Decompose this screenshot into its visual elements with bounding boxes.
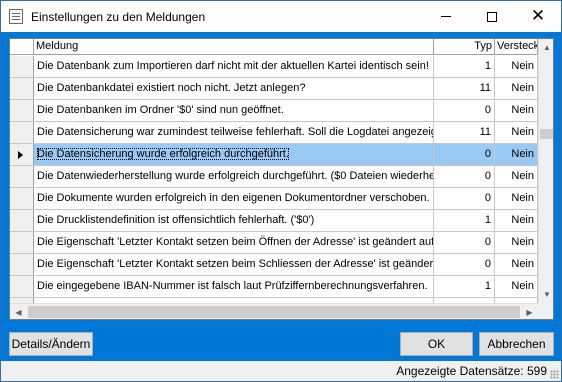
cell-hidden[interactable]: Nein xyxy=(495,232,538,253)
row-indicator[interactable] xyxy=(10,276,34,297)
vertical-scroll-thumb[interactable] xyxy=(540,129,553,139)
maximize-button[interactable] xyxy=(469,1,515,32)
horizontal-scrollbar[interactable]: ◀ ▶ xyxy=(10,303,538,319)
cell-message[interactable]: Die eingegebene IBAN-Nummer ist falsch l… xyxy=(34,276,434,297)
window-title: Einstellungen zu den Meldungen xyxy=(31,10,206,24)
message-text: Die Drucklistendefinition ist offensicht… xyxy=(37,214,315,226)
cell-type[interactable]: 0 xyxy=(434,232,495,253)
app-icon xyxy=(9,9,23,24)
cell-message[interactable]: Die Datenbanken im Ordner '$0' sind nun … xyxy=(34,100,434,121)
scroll-corner xyxy=(538,303,553,319)
cell-message[interactable]: Die Datensicherung wurde erfolgreich dur… xyxy=(34,144,434,165)
message-text: Die Datensicherung wurde erfolgreich dur… xyxy=(37,148,289,160)
cell-type[interactable]: 1 xyxy=(434,276,495,297)
row-indicator[interactable] xyxy=(10,232,34,253)
table-row[interactable]: Die Datensicherung wurde erfolgreich dur… xyxy=(10,144,538,166)
row-indicator[interactable] xyxy=(10,188,34,209)
table-row[interactable]: Die Datensicherung war zumindest teilwei… xyxy=(10,122,538,144)
minimize-button[interactable] xyxy=(423,1,469,32)
row-indicator[interactable] xyxy=(10,254,34,275)
table-row[interactable]: Die Datenbankdatei existiert noch nicht.… xyxy=(10,78,538,100)
cell-message[interactable]: Die Eigenschaft 'Letzter Kontakt setzen … xyxy=(34,254,434,275)
message-text: Die Eigenschaft 'Letzter Kontakt setzen … xyxy=(37,236,434,248)
header-indicator xyxy=(10,39,34,55)
cell-message[interactable]: Die Drucklistendefinition ist offensicht… xyxy=(34,210,434,231)
cell-type[interactable]: 0 xyxy=(434,188,495,209)
cell-message[interactable]: Die Datenbank zum Importieren darf nicht… xyxy=(34,56,434,77)
cell-hidden[interactable]: Nein xyxy=(495,78,538,99)
table-row[interactable]: Die Datenwiederherstellung wurde erfolgr… xyxy=(10,166,538,188)
details-edit-button[interactable]: Details/Ändern xyxy=(9,332,93,356)
scroll-down-icon[interactable]: ▼ xyxy=(539,286,553,303)
scroll-right-icon[interactable]: ▶ xyxy=(521,304,538,319)
cell-hidden[interactable]: Nein xyxy=(495,144,538,165)
row-indicator[interactable] xyxy=(10,100,34,121)
cell-message[interactable]: Die Eigenschaft 'Letzter Kontakt setzen … xyxy=(34,232,434,253)
cell-type[interactable]: 0 xyxy=(434,166,495,187)
cell-hidden[interactable]: Nein xyxy=(495,254,538,275)
table-row[interactable]: Die eingegebene IBAN-Nummer ist falsch l… xyxy=(10,276,538,298)
table-row[interactable]: Die Dokumente wurden erfolgreich in den … xyxy=(10,188,538,210)
cell-type[interactable]: 0 xyxy=(434,100,495,121)
scroll-left-icon[interactable]: ◀ xyxy=(10,304,27,319)
horizontal-scroll-thumb[interactable] xyxy=(28,306,520,318)
cell-message[interactable]: Die Datenwiederherstellung wurde erfolgr… xyxy=(34,166,434,187)
column-header-hidden[interactable]: Versteckt xyxy=(495,39,538,55)
column-header-message[interactable]: Meldung xyxy=(34,39,434,55)
cell-type[interactable]: 11 xyxy=(434,122,495,143)
status-bar: Angezeigte Datensätze: 599 xyxy=(1,361,561,381)
resize-grip-icon[interactable] xyxy=(550,370,559,379)
minimize-icon xyxy=(441,16,451,17)
vertical-scrollbar[interactable]: ▲ ▼ xyxy=(538,39,553,303)
cell-hidden[interactable]: Nein xyxy=(495,166,538,187)
current-row-arrow-icon xyxy=(18,151,23,159)
cell-type[interactable]: 0 xyxy=(434,254,495,275)
message-text: Die Datenbank zum Importieren darf nicht… xyxy=(37,60,429,72)
cell-hidden[interactable]: Nein xyxy=(495,56,538,77)
cancel-button[interactable]: Abbrechen xyxy=(479,332,554,356)
table-row[interactable]: Die Eigenschaft 'Letzter Kontakt setzen … xyxy=(10,232,538,254)
row-indicator[interactable] xyxy=(10,166,34,187)
table-row[interactable]: Die Drucklistendefinition ist offensicht… xyxy=(10,210,538,232)
ok-button[interactable]: OK xyxy=(400,332,473,356)
cell-message[interactable]: Die Datensicherung war zumindest teilwei… xyxy=(34,122,434,143)
maximize-icon xyxy=(487,11,497,22)
message-text: Die Eigenschaft 'Letzter Kontakt setzen … xyxy=(37,258,434,270)
close-button[interactable]: ✕ xyxy=(515,1,561,32)
cell-hidden[interactable]: Nein xyxy=(495,188,538,209)
message-text: Die Datenbanken im Ordner '$0' sind nun … xyxy=(37,104,284,116)
cell-type[interactable]: 1 xyxy=(434,56,495,77)
cell-message[interactable]: Die Datenbankdatei existiert noch nicht.… xyxy=(34,78,434,99)
title-bar: Einstellungen zu den Meldungen ✕ xyxy=(1,1,561,32)
cell-type[interactable]: 1 xyxy=(434,210,495,231)
message-text: Die Datensicherung war zumindest teilwei… xyxy=(37,126,433,138)
message-text: Die eingegebene IBAN-Nummer ist falsch l… xyxy=(37,280,428,292)
cell-type[interactable]: 11 xyxy=(434,78,495,99)
row-indicator[interactable] xyxy=(10,78,34,99)
row-indicator[interactable] xyxy=(10,210,34,231)
record-count: Angezeigte Datensätze: 599 xyxy=(396,364,547,378)
table-row[interactable]: Die Datenbanken im Ordner '$0' sind nun … xyxy=(10,100,538,122)
cell-type[interactable]: 0 xyxy=(434,144,495,165)
cell-hidden[interactable]: Nein xyxy=(495,100,538,121)
grid-header: Meldung Typ Versteckt xyxy=(10,39,553,55)
scroll-up-icon[interactable]: ▲ xyxy=(539,39,553,56)
close-icon: ✕ xyxy=(530,6,546,26)
cell-hidden[interactable]: Nein xyxy=(495,210,538,231)
cell-hidden[interactable]: Nein xyxy=(495,276,538,297)
dialog-content: Meldung Typ Versteckt Die Datenbank zum … xyxy=(1,32,561,381)
table-row[interactable]: Die Datenbank zum Importieren darf nicht… xyxy=(10,56,538,78)
dialog-window: Einstellungen zu den Meldungen ✕ Meldung… xyxy=(0,0,562,382)
message-text: Die Datenwiederherstellung wurde erfolgr… xyxy=(37,170,434,182)
row-indicator[interactable] xyxy=(10,144,34,165)
messages-grid[interactable]: Meldung Typ Versteckt Die Datenbank zum … xyxy=(9,38,554,320)
column-header-type[interactable]: Typ xyxy=(434,39,495,55)
row-indicator[interactable] xyxy=(10,122,34,143)
row-indicator[interactable] xyxy=(10,56,34,77)
message-text: Die Dokumente wurden erfolgreich in den … xyxy=(37,192,430,204)
cell-hidden[interactable]: Nein xyxy=(495,122,538,143)
cell-message[interactable]: Die Dokumente wurden erfolgreich in den … xyxy=(34,188,434,209)
message-text: Die Datenbankdatei existiert noch nicht.… xyxy=(37,82,306,94)
table-row[interactable]: Die Eigenschaft 'Letzter Kontakt setzen … xyxy=(10,254,538,276)
